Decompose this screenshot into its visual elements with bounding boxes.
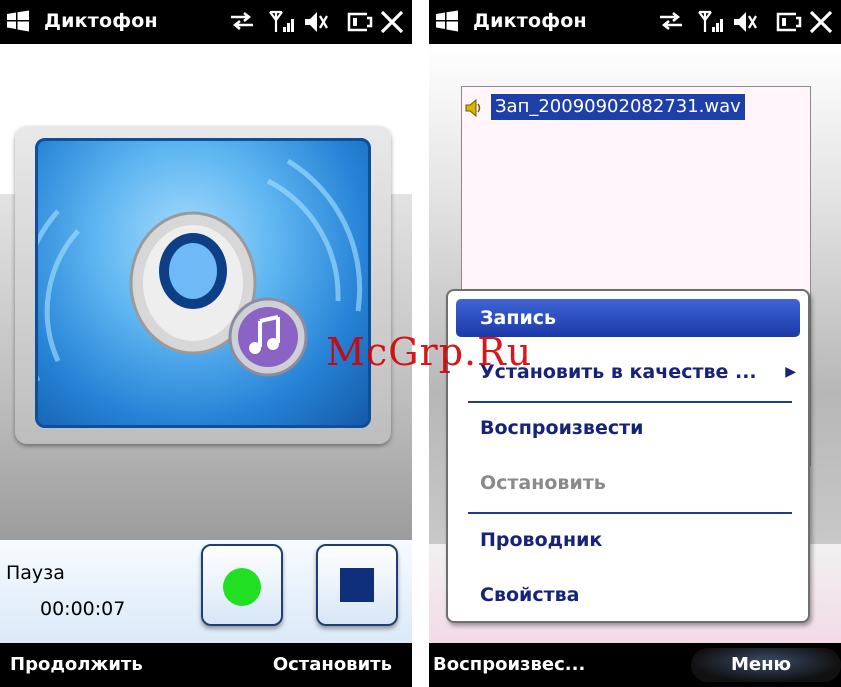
record-dot-icon xyxy=(223,568,261,606)
stop-square-icon xyxy=(340,568,374,602)
record-button[interactable] xyxy=(201,544,283,626)
softkey-play[interactable]: Воспроизвес... xyxy=(433,654,585,675)
stop-button[interactable] xyxy=(316,544,398,626)
softkey-bar: Воспроизвес... Меню xyxy=(429,643,841,687)
file-name: Зап_20090902082731.wav xyxy=(490,93,746,121)
menu-item-label: Воспроизвести xyxy=(480,417,644,439)
recorder-artwork xyxy=(35,138,371,428)
menu-separator xyxy=(468,512,792,514)
menu-item-label: Запись xyxy=(480,307,557,329)
sync-icon[interactable] xyxy=(657,8,685,36)
menu-item-play[interactable]: Воспроизвести xyxy=(456,409,800,447)
windows-start-icon[interactable] xyxy=(6,10,30,32)
menu-item-stop: Остановить xyxy=(456,464,800,502)
menu-item-explorer[interactable]: Проводник xyxy=(456,521,800,559)
windows-start-icon[interactable] xyxy=(435,10,459,32)
watermark: McGrp.Ru xyxy=(326,330,533,374)
speaker-file-icon xyxy=(465,98,481,118)
menu-item-properties[interactable]: Свойства xyxy=(456,576,800,614)
recorder-artwork-frame xyxy=(15,126,391,444)
signal-icon[interactable] xyxy=(697,8,725,36)
sync-icon[interactable] xyxy=(228,8,256,36)
app-title: Диктофон xyxy=(44,10,158,32)
volume-icon[interactable] xyxy=(731,8,759,36)
close-icon[interactable] xyxy=(378,8,406,36)
menu-item-label: Проводник xyxy=(480,529,603,551)
title-bar: Диктофон xyxy=(0,0,412,44)
softkey-continue[interactable]: Продолжить xyxy=(10,654,143,675)
elapsed-timer: 00:00:07 xyxy=(40,598,126,620)
softkey-bar: Продолжить Остановить xyxy=(0,643,412,687)
signal-icon[interactable] xyxy=(268,8,296,36)
volume-icon[interactable] xyxy=(302,8,330,36)
submenu-arrow-icon: ▶ xyxy=(785,364,796,380)
menu-item-label: Свойства xyxy=(480,584,580,606)
battery-icon[interactable] xyxy=(774,8,802,36)
softkey-stop[interactable]: Остановить xyxy=(273,654,392,675)
title-bar: Диктофон xyxy=(429,0,841,44)
menu-separator xyxy=(468,401,792,403)
close-icon[interactable] xyxy=(807,8,835,36)
softkey-menu[interactable]: Меню xyxy=(691,648,841,682)
status-label: Пауза xyxy=(6,562,65,584)
menu-item-label: Остановить xyxy=(480,472,606,494)
softkey-menu-label: Меню xyxy=(731,654,792,675)
microphone-note-icon xyxy=(38,158,363,381)
battery-icon[interactable] xyxy=(345,8,373,36)
app-title: Диктофон xyxy=(473,10,587,32)
